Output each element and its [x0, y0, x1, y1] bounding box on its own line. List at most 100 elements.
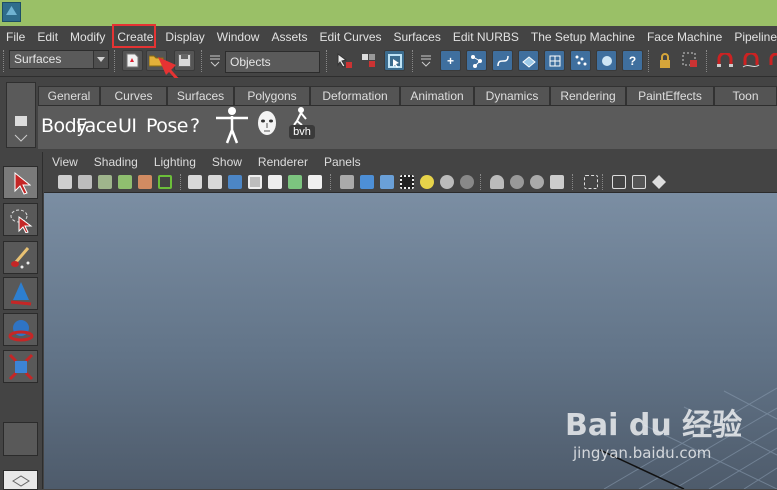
isolate-select-icon[interactable]: [584, 175, 598, 189]
menuset-dropdown[interactable]: Surfaces: [9, 50, 109, 69]
select-tool-button[interactable]: [3, 166, 38, 199]
panel-menu-view[interactable]: View: [44, 155, 86, 169]
snap-to-points-magnet-icon[interactable]: [764, 50, 777, 71]
tab-general[interactable]: General: [38, 86, 100, 105]
image-plane-icon[interactable]: [118, 175, 132, 189]
xray-joints-icon[interactable]: [632, 175, 646, 189]
safe-action-icon[interactable]: [288, 175, 302, 189]
face-mask-icon[interactable]: [255, 108, 279, 140]
menu-setup-machine[interactable]: The Setup Machine: [525, 26, 641, 48]
menu-edit[interactable]: Edit: [31, 26, 64, 48]
shelf-button-ui[interactable]: UI: [118, 112, 137, 140]
shelf-button-face[interactable]: Face: [76, 112, 117, 140]
maya-logo-icon: [2, 2, 21, 22]
scale-tool-button[interactable]: [3, 350, 38, 383]
camera-attributes-icon[interactable]: [78, 175, 92, 189]
layers-button[interactable]: [3, 470, 38, 490]
rotate-sphere-icon: [8, 319, 33, 341]
2d-pan-zoom-icon[interactable]: [138, 175, 152, 189]
panel-menu-show[interactable]: Show: [204, 155, 250, 169]
select-by-component-type-icon[interactable]: [384, 50, 405, 71]
lock-selection-icon[interactable]: [654, 50, 675, 71]
curve-icon: [496, 55, 509, 66]
move-tool-button[interactable]: [3, 277, 38, 310]
handles-mask-button[interactable]: +: [440, 50, 461, 71]
wireframe-on-shaded-icon[interactable]: [380, 175, 394, 189]
grease-pencil-icon[interactable]: [158, 175, 172, 189]
highlight-selection-icon[interactable]: [680, 50, 701, 71]
rendering-mask-button[interactable]: [596, 50, 617, 71]
curves-mask-button[interactable]: [492, 50, 513, 71]
select-by-object-type-icon[interactable]: [358, 50, 379, 71]
t-pose-figure-icon[interactable]: [214, 106, 250, 144]
menu-face-machine[interactable]: Face Machine: [641, 26, 728, 48]
use-default-light-icon[interactable]: [420, 175, 434, 189]
snap-to-grid-magnet-icon[interactable]: [714, 50, 735, 71]
tab-polygons[interactable]: Polygons: [234, 86, 310, 105]
particles-icon: [575, 55, 586, 65]
menu-edit-nurbs[interactable]: Edit NURBS: [447, 26, 525, 48]
paint-select-tool-button[interactable]: [3, 241, 38, 274]
depth-of-field-icon[interactable]: [510, 175, 524, 189]
textured-icon[interactable]: [400, 175, 414, 189]
menu-surfaces[interactable]: Surfaces: [388, 26, 447, 48]
resolution-gate-icon[interactable]: [228, 175, 242, 189]
dynamics-mask-button[interactable]: [570, 50, 591, 71]
shadows-icon[interactable]: [460, 175, 474, 189]
new-file-icon: [126, 53, 139, 68]
select-camera-icon[interactable]: [58, 175, 72, 189]
wireframe-icon[interactable]: [340, 175, 354, 189]
tab-curves[interactable]: Curves: [100, 86, 167, 105]
panel-menu-renderer[interactable]: Renderer: [250, 155, 316, 169]
xray-icon[interactable]: [612, 175, 626, 189]
tab-surfaces[interactable]: Surfaces: [167, 86, 234, 105]
use-all-lights-icon[interactable]: [440, 175, 454, 189]
surfaces-mask-button[interactable]: [518, 50, 539, 71]
joint-chain-icon: [470, 54, 482, 68]
mask-toggle-icon[interactable]: [420, 53, 432, 67]
menu-modify[interactable]: Modify: [64, 26, 111, 48]
bvh-import-button[interactable]: bvh: [287, 106, 317, 140]
menu-assets[interactable]: Assets: [265, 26, 313, 48]
panel-menu-panels[interactable]: Panels: [316, 155, 369, 169]
grid-toggle-icon[interactable]: [188, 175, 202, 189]
deformations-mask-button[interactable]: [544, 50, 565, 71]
last-tool-slot[interactable]: [3, 422, 38, 456]
snap-to-curves-magnet-icon[interactable]: [740, 50, 761, 71]
smooth-shade-icon[interactable]: [360, 175, 374, 189]
shelf-button-help[interactable]: ?: [190, 112, 200, 140]
menu-window[interactable]: Window: [211, 26, 266, 48]
menu-file[interactable]: File: [0, 26, 31, 48]
menu-display[interactable]: Display: [159, 26, 210, 48]
hq-render-icon[interactable]: [490, 175, 504, 189]
panel-menu-shading[interactable]: Shading: [86, 155, 146, 169]
tab-animation[interactable]: Animation: [400, 86, 474, 105]
rotate-tool-button[interactable]: [3, 313, 38, 346]
menu-edit-curves[interactable]: Edit Curves: [313, 26, 387, 48]
tab-painteffects[interactable]: PaintEffects: [626, 86, 714, 105]
joints-mask-button[interactable]: [466, 50, 487, 71]
shelf-menu-handle[interactable]: [6, 82, 36, 148]
shelf-button-pose[interactable]: Pose: [146, 112, 189, 140]
shelf-options-icon: [14, 116, 28, 142]
ambient-occlusion-icon[interactable]: [530, 175, 544, 189]
panel-separator: [480, 174, 484, 190]
toolbar-separator: [114, 50, 118, 72]
misc-mask-button[interactable]: ?: [622, 50, 643, 71]
menu-pipeline-cache[interactable]: Pipeline Cache: [728, 26, 777, 48]
bookmark-icon[interactable]: [98, 175, 112, 189]
motion-blur-icon[interactable]: [550, 175, 564, 189]
safe-title-icon[interactable]: [308, 175, 322, 189]
film-gate-icon[interactable]: [208, 175, 222, 189]
field-chart-icon[interactable]: [268, 175, 282, 189]
lasso-tool-button[interactable]: [3, 203, 38, 236]
bvh-figure-icon: [293, 107, 307, 126]
tab-toon[interactable]: Toon: [714, 86, 777, 105]
tab-deformation[interactable]: Deformation: [310, 86, 400, 105]
select-by-hierarchy-icon[interactable]: [334, 50, 355, 71]
panel-menu-lighting[interactable]: Lighting: [146, 155, 204, 169]
tab-rendering[interactable]: Rendering: [550, 86, 626, 105]
gate-mask-icon[interactable]: [248, 175, 262, 189]
tab-dynamics[interactable]: Dynamics: [474, 86, 550, 105]
panel-menubar: View Shading Lighting Show Renderer Pane…: [44, 152, 777, 172]
